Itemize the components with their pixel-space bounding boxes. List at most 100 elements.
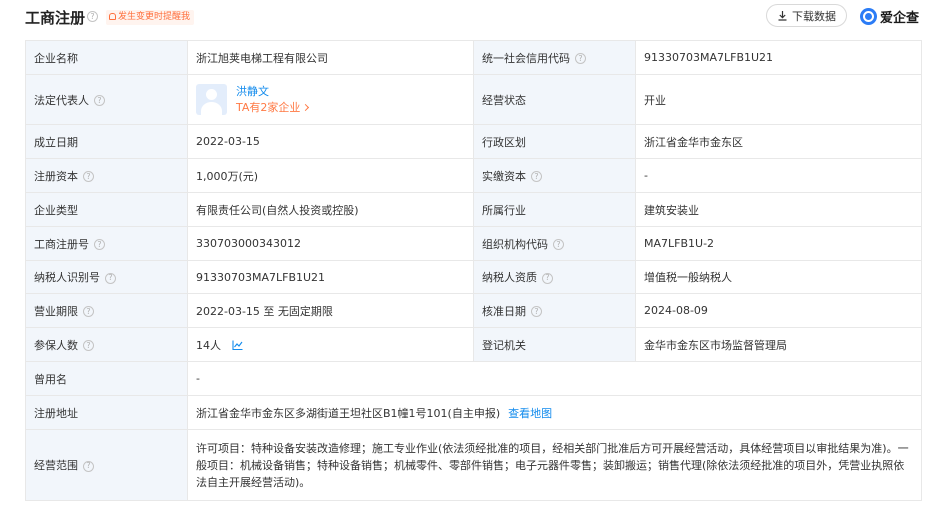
help-icon[interactable]: ?	[531, 171, 542, 182]
help-icon[interactable]: ?	[94, 239, 105, 250]
section-title: 工商注册	[25, 9, 86, 27]
trend-chart-icon[interactable]	[232, 340, 243, 350]
taxpayer-id-label-text: 纳税人识别号	[34, 271, 100, 284]
change-reminder-button[interactable]: 发生变更时提醒我	[106, 10, 195, 25]
org-code-label: 组织机构代码?	[473, 226, 636, 261]
insured-label: 参保人数?	[25, 327, 188, 362]
taxpayer-id-label: 纳税人识别号?	[25, 260, 188, 294]
founded-value: 2022-03-15	[187, 124, 474, 159]
help-icon[interactable]: ?	[553, 239, 564, 250]
legal-rep-companies-link[interactable]: TA有2家企业	[236, 100, 310, 115]
reg-capital-label: 注册资本?	[25, 158, 188, 193]
org-code-value: MA7LFB1U-2	[635, 226, 922, 261]
legal-rep-companies-text: TA有2家企业	[236, 101, 301, 114]
avatar-icon[interactable]	[196, 84, 227, 115]
table-row: 曾用名 -	[25, 361, 922, 396]
reg-capital-value: 1,000万(元)	[187, 158, 474, 193]
scope-value: 许可项目：特种设备安装改造修理；施工专业作业(依法须经批准的项目，经相关部门批准…	[187, 429, 922, 501]
bell-icon	[109, 13, 116, 20]
help-icon[interactable]: ?	[94, 95, 105, 106]
scope-label: 经营范围?	[25, 429, 188, 501]
paid-capital-label-text: 实缴资本	[482, 169, 526, 183]
term-label-text: 营业期限	[34, 304, 78, 318]
status-value: 开业	[635, 74, 922, 125]
taxpayer-qual-value: 增值税一般纳税人	[635, 260, 922, 294]
term-value: 2022-03-15 至 无固定期限	[187, 293, 474, 328]
founded-label: 成立日期	[25, 124, 188, 159]
table-row: 企业类型 有限责任公司(自然人投资或控股) 所属行业 建筑安装业	[25, 192, 922, 227]
help-icon[interactable]: ?	[83, 340, 94, 351]
authority-label: 登记机关	[473, 327, 636, 362]
insured-label-text: 参保人数	[34, 338, 78, 352]
reg-no-label: 工商注册号?	[25, 226, 188, 261]
approval-label-text: 核准日期	[482, 304, 526, 318]
help-icon[interactable]: ?	[542, 272, 553, 284]
insured-value: 14人	[196, 338, 221, 352]
region-label: 行政区划	[473, 124, 636, 159]
legal-rep-cell: 洪静文 TA有2家企业	[187, 74, 474, 125]
credit-code-label: 统一社会信用代码?	[473, 40, 636, 75]
view-map-link[interactable]: 查看地图	[508, 407, 552, 420]
brand-logo[interactable]: 爱企查	[860, 5, 919, 27]
type-value: 有限责任公司(自然人投资或控股)	[187, 192, 474, 227]
address-cell: 浙江省金华市金东区多湖街道王坦社区B1幢1号101(自主申报) 查看地图	[187, 395, 922, 430]
legal-rep-name-link[interactable]: 洪静文	[236, 84, 308, 99]
table-row: 营业期限? 2022-03-15 至 无固定期限 核准日期? 2024-08-0…	[25, 293, 922, 328]
download-data-button[interactable]: 下载数据	[766, 4, 847, 27]
approval-label: 核准日期?	[473, 293, 636, 328]
download-data-label: 下载数据	[792, 9, 836, 23]
org-code-label-text: 组织机构代码	[482, 237, 548, 251]
help-icon[interactable]: ?	[575, 53, 586, 64]
table-row: 注册资本? 1,000万(元) 实缴资本? -	[25, 158, 922, 193]
download-icon	[778, 11, 787, 21]
industry-value: 建筑安装业	[635, 192, 922, 227]
taxpayer-id-value: 91330703MA7LFB1U21	[187, 260, 474, 294]
table-row: 参保人数? 14人 登记机关 金华市金东区市场监督管理局	[25, 327, 922, 362]
taxpayer-qual-label-text: 纳税人资质	[482, 271, 537, 284]
company-name-label: 企业名称	[25, 40, 188, 75]
authority-value: 金华市金东区市场监督管理局	[635, 327, 922, 362]
legal-rep-label-text: 法定代表人	[34, 93, 89, 107]
type-label: 企业类型	[25, 192, 188, 227]
credit-code-value: 91330703MA7LFB1U21	[635, 40, 922, 75]
change-reminder-label: 发生变更时提醒我	[118, 12, 191, 22]
region-value: 浙江省金华市金东区	[635, 124, 922, 159]
help-icon[interactable]: ?	[105, 272, 116, 284]
help-icon[interactable]: ?	[83, 171, 94, 182]
approval-value: 2024-08-09	[635, 293, 922, 328]
help-icon[interactable]: ?	[83, 460, 94, 472]
former-name-value: -	[187, 361, 922, 396]
industry-label: 所属行业	[473, 192, 636, 227]
former-name-label: 曾用名	[25, 361, 188, 396]
legal-rep-label: 法定代表人?	[25, 74, 188, 125]
scope-label-text: 经营范围	[34, 459, 78, 472]
status-label: 经营状态	[473, 74, 636, 125]
help-icon[interactable]: ?	[83, 306, 94, 317]
paid-capital-label: 实缴资本?	[473, 158, 636, 193]
help-icon[interactable]: ?	[87, 11, 98, 22]
paid-capital-value: -	[635, 158, 922, 193]
reg-no-label-text: 工商注册号	[34, 237, 89, 251]
business-registration-table: 企业名称 浙江旭荚电梯工程有限公司 统一社会信用代码? 91330703MA7L…	[25, 40, 922, 501]
address-label: 注册地址	[25, 395, 188, 430]
table-row: 注册地址 浙江省金华市金东区多湖街道王坦社区B1幢1号101(自主申报) 查看地图	[25, 395, 922, 430]
help-icon[interactable]: ?	[531, 306, 542, 317]
table-row: 纳税人识别号? 91330703MA7LFB1U21 纳税人资质? 增值税一般纳…	[25, 260, 922, 294]
term-label: 营业期限?	[25, 293, 188, 328]
table-row: 经营范围? 许可项目：特种设备安装改造修理；施工专业作业(依法须经批准的项目，经…	[25, 429, 922, 501]
company-name-value: 浙江旭荚电梯工程有限公司	[187, 40, 474, 75]
table-row: 成立日期 2022-03-15 行政区划 浙江省金华市金东区	[25, 124, 922, 159]
brand-logo-icon	[860, 7, 877, 25]
chevron-right-icon	[302, 103, 310, 112]
section-header: 工商注册 ? 发生变更时提醒我 下载数据 爱企查	[0, 0, 940, 34]
credit-code-label-text: 统一社会信用代码	[482, 51, 570, 65]
table-row: 工商注册号? 330703000343012 组织机构代码? MA7LFB1U-…	[25, 226, 922, 261]
taxpayer-qual-label: 纳税人资质?	[473, 260, 636, 294]
insured-cell: 14人	[187, 327, 474, 362]
brand-name: 爱企查	[880, 10, 920, 26]
reg-no-value: 330703000343012	[187, 226, 474, 261]
table-row: 企业名称 浙江旭荚电梯工程有限公司 统一社会信用代码? 91330703MA7L…	[25, 40, 922, 75]
address-value: 浙江省金华市金东区多湖街道王坦社区B1幢1号101(自主申报)	[196, 406, 501, 420]
table-row: 法定代表人? 洪静文 TA有2家企业 经营状态 开业	[25, 74, 922, 125]
reg-capital-label-text: 注册资本	[34, 169, 78, 183]
